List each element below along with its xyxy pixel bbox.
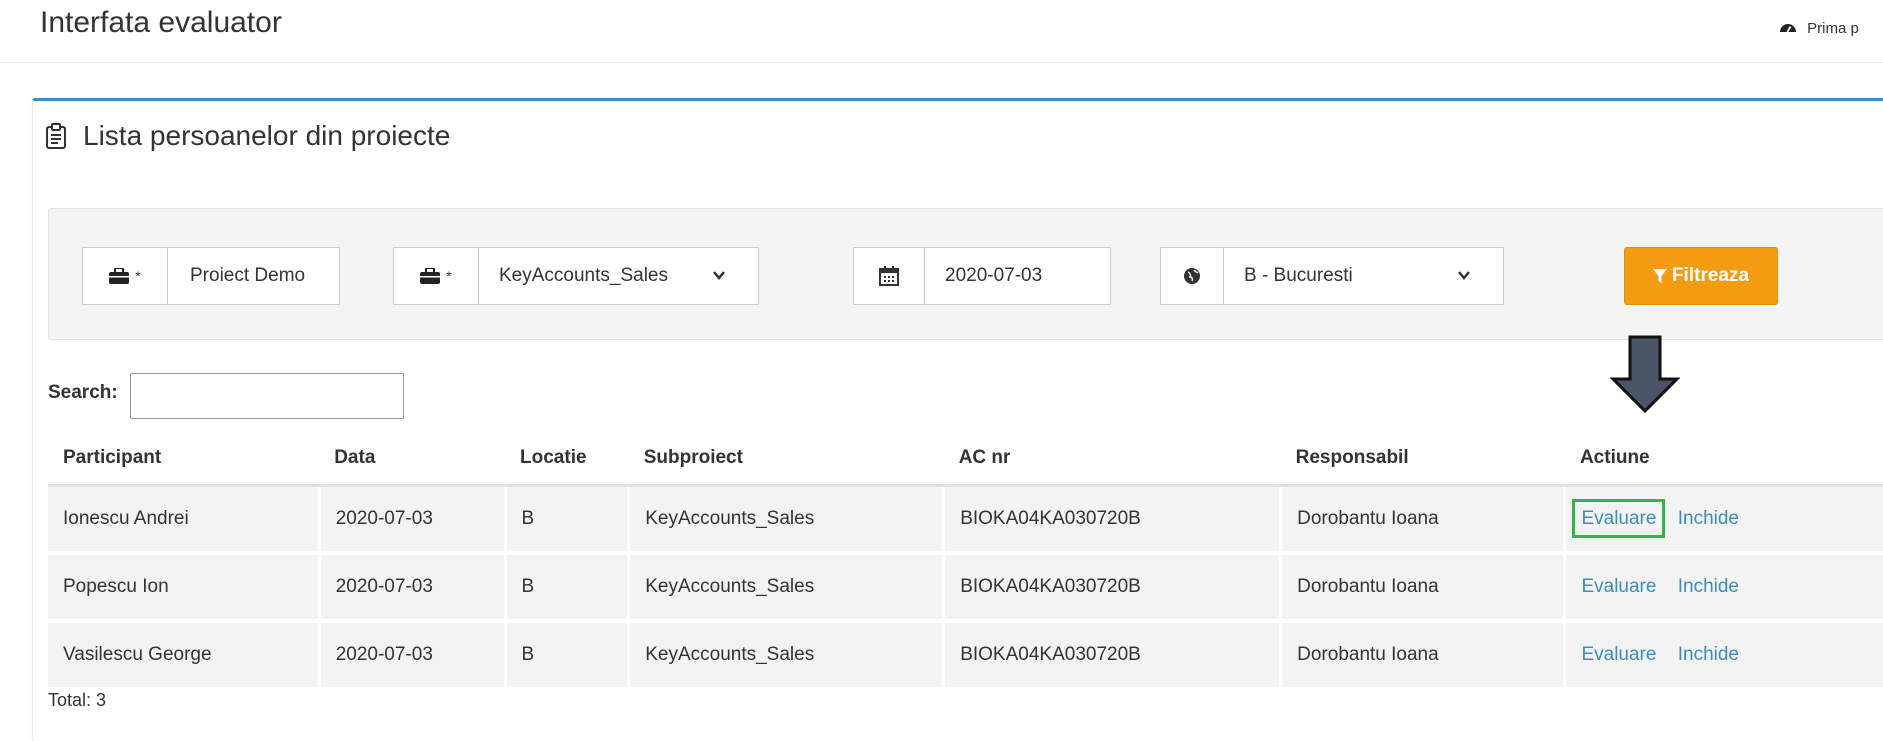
required-mark: * bbox=[135, 268, 141, 284]
cell-participant: Ionescu Andrei bbox=[48, 485, 321, 555]
cell-data: 2020-07-03 bbox=[319, 553, 507, 623]
cell-ac-nr: BIOKA04KA030720B bbox=[943, 485, 1283, 555]
cell-subproiect: KeyAccounts_Sales bbox=[628, 553, 946, 623]
date-input[interactable]: 2020-07-03 bbox=[925, 248, 1062, 304]
chevron-down-icon bbox=[1458, 271, 1470, 280]
briefcase-icon bbox=[420, 268, 441, 284]
briefcase-icon bbox=[109, 268, 130, 284]
cell-actiune: Evaluare Inchide bbox=[1564, 553, 1883, 623]
close-link[interactable]: Inchide bbox=[1678, 508, 1739, 529]
cell-ac-nr: BIOKA04KA030720B bbox=[943, 621, 1283, 691]
table-header-row: Participant Data Locatie Subproiect AC n… bbox=[48, 432, 1883, 487]
cell-subproiect: KeyAccounts_Sales bbox=[628, 621, 946, 691]
subproject-value: KeyAccounts_Sales bbox=[499, 265, 668, 286]
cell-ac-nr: BIOKA04KA030720B bbox=[943, 553, 1283, 623]
box-title-text: Lista persoanelor din proiecte bbox=[83, 120, 451, 151]
cell-responsabil: Dorobantu Ioana bbox=[1280, 485, 1567, 555]
cell-locatie: B bbox=[505, 621, 631, 691]
cell-participant: Popescu Ion bbox=[48, 553, 321, 623]
cell-participant: Vasilescu George bbox=[48, 621, 321, 691]
box-title: Lista persoanelor din proiecte bbox=[45, 120, 450, 152]
total-count: Total: 3 bbox=[48, 690, 107, 710]
location-addon bbox=[1161, 248, 1224, 304]
search-input[interactable] bbox=[130, 373, 404, 419]
globe-icon bbox=[1184, 268, 1200, 284]
cell-responsabil: Dorobantu Ioana bbox=[1280, 621, 1567, 691]
evaluate-link[interactable]: Evaluare bbox=[1581, 576, 1656, 597]
filter-button-label: Filtreaza bbox=[1671, 265, 1750, 286]
column-header[interactable]: Data bbox=[319, 432, 506, 487]
cell-actiune: Evaluare Inchide bbox=[1564, 485, 1883, 555]
cell-data: 2020-07-03 bbox=[319, 485, 507, 555]
close-link[interactable]: Inchide bbox=[1678, 644, 1739, 665]
evaluate-link[interactable]: Evaluare bbox=[1572, 499, 1666, 538]
close-link[interactable]: Inchide bbox=[1678, 576, 1739, 597]
dashboard-icon bbox=[1780, 24, 1796, 33]
arrow-down-icon bbox=[1610, 335, 1680, 413]
cell-locatie: B bbox=[505, 485, 631, 555]
column-header[interactable]: AC nr bbox=[943, 432, 1281, 487]
subproject-select[interactable]: * KeyAccounts_Sales bbox=[393, 247, 759, 305]
evaluate-link[interactable]: Evaluare bbox=[1581, 644, 1656, 665]
calendar-icon bbox=[879, 266, 899, 286]
search-label: Search: bbox=[48, 382, 118, 403]
table-row: Vasilescu George 2020-07-03 B KeyAccount… bbox=[48, 621, 1883, 691]
breadcrumb[interactable]: Prima p bbox=[1779, 20, 1883, 37]
app-header: Interfata evaluator Prima p bbox=[0, 0, 1883, 63]
project-addon: * bbox=[83, 248, 168, 304]
column-header[interactable]: Responsabil bbox=[1280, 432, 1565, 487]
filter-icon bbox=[1652, 269, 1667, 283]
column-header[interactable]: Subproiect bbox=[628, 432, 944, 487]
column-header[interactable]: Locatie bbox=[505, 432, 629, 487]
cell-responsabil: Dorobantu Ioana bbox=[1280, 553, 1567, 623]
clipboard-icon bbox=[46, 123, 66, 149]
project-field[interactable]: * Proiect Demo bbox=[82, 247, 340, 305]
cell-locatie: B bbox=[505, 553, 631, 623]
page-title: Interfata evaluator bbox=[40, 6, 282, 39]
column-header[interactable]: Actiune bbox=[1564, 432, 1883, 487]
required-mark: * bbox=[446, 268, 452, 284]
date-addon bbox=[854, 248, 925, 304]
participants-table: Participant Data Locatie Subproiect AC n… bbox=[48, 432, 1883, 691]
table-row: Popescu Ion 2020-07-03 B KeyAccounts_Sal… bbox=[48, 553, 1883, 623]
table-row: Ionescu Andrei 2020-07-03 B KeyAccounts_… bbox=[48, 485, 1883, 555]
chevron-down-icon bbox=[713, 271, 725, 280]
breadcrumb-home[interactable]: Prima p bbox=[1807, 20, 1859, 37]
location-value: B - Bucuresti bbox=[1244, 265, 1353, 286]
cell-data: 2020-07-03 bbox=[319, 621, 507, 691]
location-select[interactable]: B - Bucuresti bbox=[1160, 247, 1504, 305]
cell-actiune: Evaluare Inchide bbox=[1564, 621, 1883, 691]
cell-subproiect: KeyAccounts_Sales bbox=[628, 485, 946, 555]
project-input[interactable]: Proiect Demo bbox=[168, 248, 322, 304]
subproject-addon: * bbox=[394, 248, 479, 304]
filter-button[interactable]: Filtreaza bbox=[1624, 247, 1778, 305]
date-field[interactable]: 2020-07-03 bbox=[853, 247, 1111, 305]
column-header[interactable]: Participant bbox=[48, 432, 320, 487]
